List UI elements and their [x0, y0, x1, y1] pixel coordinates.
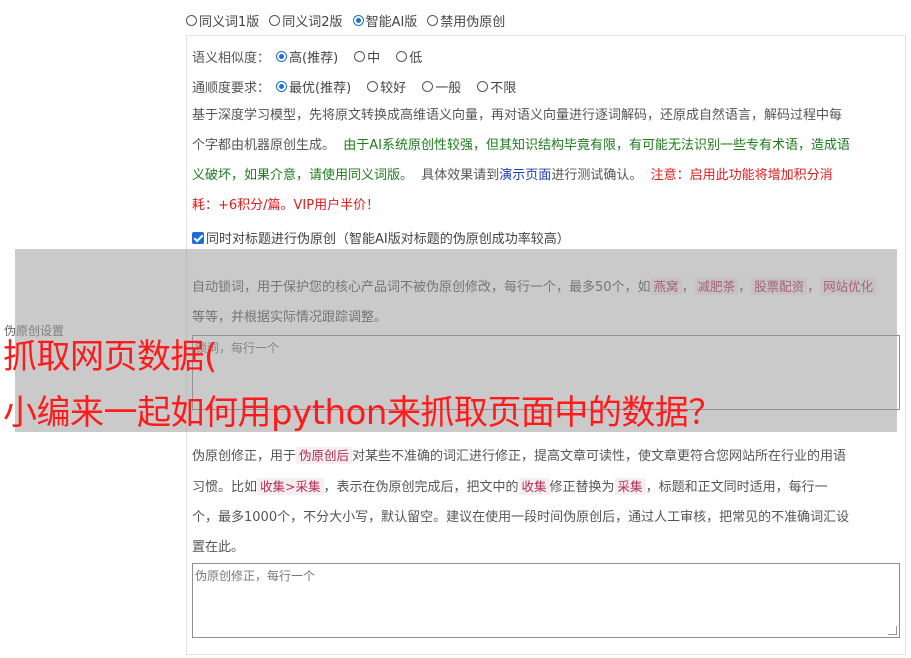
radio-smart-ai[interactable]: 智能AI版 — [352, 11, 418, 30]
radio-dot — [276, 81, 288, 92]
correction-textarea[interactable]: 伪原创修正，每行一个 — [192, 563, 900, 638]
warning-text: 由于AI系统原创性较强，但其知识结构毕竟有限，有可能无法识别一些专有术语，造成语 — [343, 138, 851, 153]
radio-similarity-high[interactable]: 高(推荐) — [276, 47, 338, 66]
description-text: 伪原创修正，用于 — [192, 449, 297, 464]
example-tag: 采集 — [614, 478, 646, 495]
headline-line-2: 小编来一起如何用python来抓取页面中的数据？ — [3, 393, 722, 433]
description-text: 进行测试确认。 — [551, 168, 643, 183]
radio-synonym-v2[interactable]: 同义词2版 — [269, 11, 343, 30]
description-line: 习惯。比如 收集>采集 ，表示在伪原创完成后，把文中的 收集 修正替换为 采集 ，标题和正文… — [192, 472, 904, 503]
radio-label: 较好 — [380, 81, 407, 96]
radio-fluency-best[interactable]: 最优(推荐) — [276, 77, 351, 96]
radio-dot — [427, 15, 439, 26]
cost-notice: 耗：+6积分/篇。VIP用户半价！ — [192, 198, 380, 213]
description-line: 置在此。 — [192, 540, 245, 555]
example-tag: 收集>采集 — [257, 478, 324, 495]
radio-similarity-low[interactable]: 低 — [396, 47, 422, 66]
radio-label: 高(推荐) — [289, 51, 339, 66]
description-line: 义破坏，如果介意，请使用同义词版。 具体效果请到演示页面进行测试确认。 注意：启… — [192, 161, 900, 191]
example-tag: 收集 — [518, 478, 550, 495]
radio-dot — [422, 81, 434, 92]
description-text: ，标题和正文同时适用，每行一 — [645, 480, 828, 495]
radio-dot — [354, 51, 366, 62]
radio-label: 中 — [367, 51, 381, 66]
fluency-label: 通顺度要求： — [192, 81, 271, 96]
similarity-label: 语义相似度： — [192, 51, 271, 66]
radio-label: 同义词2版 — [282, 15, 343, 30]
title-checkbox-label: 同时对标题进行伪原创（智能AI版对标题的伪原创成功率较高） — [206, 232, 570, 247]
radio-label: 一般 — [435, 81, 462, 96]
radio-fluency-normal[interactable]: 一般 — [422, 77, 461, 96]
radio-dot — [352, 15, 364, 26]
description-text: ，表示在伪原创完成后，把文中的 — [323, 480, 519, 495]
radio-dot — [396, 51, 408, 62]
version-radio-group: 同义词1版 同义词2版 智能AI版 禁用伪原创 — [186, 11, 515, 30]
resize-handle-icon[interactable] — [888, 626, 897, 635]
radio-dot — [186, 15, 197, 26]
radio-synonym-v1[interactable]: 同义词1版 — [186, 11, 259, 30]
radio-label: 智能AI版 — [365, 15, 418, 30]
radio-disable[interactable]: 禁用伪原创 — [427, 11, 505, 30]
description-line: 伪原创修正，用于 伪原创后 对某些不准确的词汇进行修正，提高文章可读性，使文章更符合… — [192, 441, 904, 472]
description-line: 耗：+6积分/篇。VIP用户半价！ — [192, 191, 900, 221]
radio-dot — [276, 51, 288, 62]
radio-fluency-any[interactable]: 不限 — [477, 77, 516, 96]
description-text: 习惯。比如 — [192, 480, 258, 495]
radio-dot — [269, 15, 281, 26]
radio-label: 同义词1版 — [199, 15, 260, 30]
description-line: 个字都由机器原创生成。 由于AI系统原创性较强，但其知识结构毕竟有限，有可能无法… — [192, 131, 900, 161]
title-checkbox[interactable] — [192, 232, 204, 244]
description-text: 修正替换为 — [549, 480, 615, 495]
radio-label: 禁用伪原创 — [440, 15, 506, 30]
correction-placeholder: 伪原创修正，每行一个 — [195, 569, 316, 583]
radio-dot — [367, 81, 379, 92]
correction-description: 伪原创修正，用于 伪原创后 对某些不准确的词汇进行修正，提高文章可读性，使文章更符合… — [192, 441, 904, 563]
demo-page-link[interactable]: 演示页面 — [499, 168, 551, 183]
radio-label: 最优(推荐) — [289, 81, 352, 96]
warning-text: 义破坏，如果介意，请使用同义词版。 — [192, 168, 414, 183]
description-text: 个字都由机器原创生成。 — [192, 138, 336, 153]
headline-line-1: 抓取网页数据( — [3, 337, 217, 377]
description-line: 个，最多1000个，不分大小写，默认留空。建议在使用一段时间伪原创后，通过人工审… — [192, 510, 850, 525]
radio-fluency-good[interactable]: 较好 — [367, 77, 406, 96]
cost-notice: 注意：启用此功能将增加积分消 — [650, 168, 833, 183]
radio-label: 低 — [409, 51, 423, 66]
radio-label: 不限 — [490, 81, 517, 96]
description-text: 对某些不准确的词汇进行修正，提高文章可读性，使文章更符合您网站所在行业的用语 — [352, 449, 847, 464]
title-checkbox-row[interactable]: 同时对标题进行伪原创（智能AI版对标题的伪原创成功率较高） — [192, 228, 570, 247]
similarity-row: 语义相似度： 高(推荐) 中 低 — [192, 47, 432, 66]
description-text: 具体效果请到 — [421, 168, 500, 183]
radio-dot — [477, 81, 489, 92]
example-tag: 伪原创后 — [296, 447, 353, 464]
ai-description: 基于深度学习模型，先将原文转换成高维语义向量，再对语义向量进行逐词解码，还原成自… — [192, 101, 900, 221]
radio-similarity-mid[interactable]: 中 — [354, 47, 380, 66]
description-line: 基于深度学习模型，先将原文转换成高维语义向量，再对语义向量进行逐词解码，还原成自… — [192, 108, 843, 123]
fluency-row: 通顺度要求： 最优(推荐) 较好 一般 不限 — [192, 77, 526, 96]
